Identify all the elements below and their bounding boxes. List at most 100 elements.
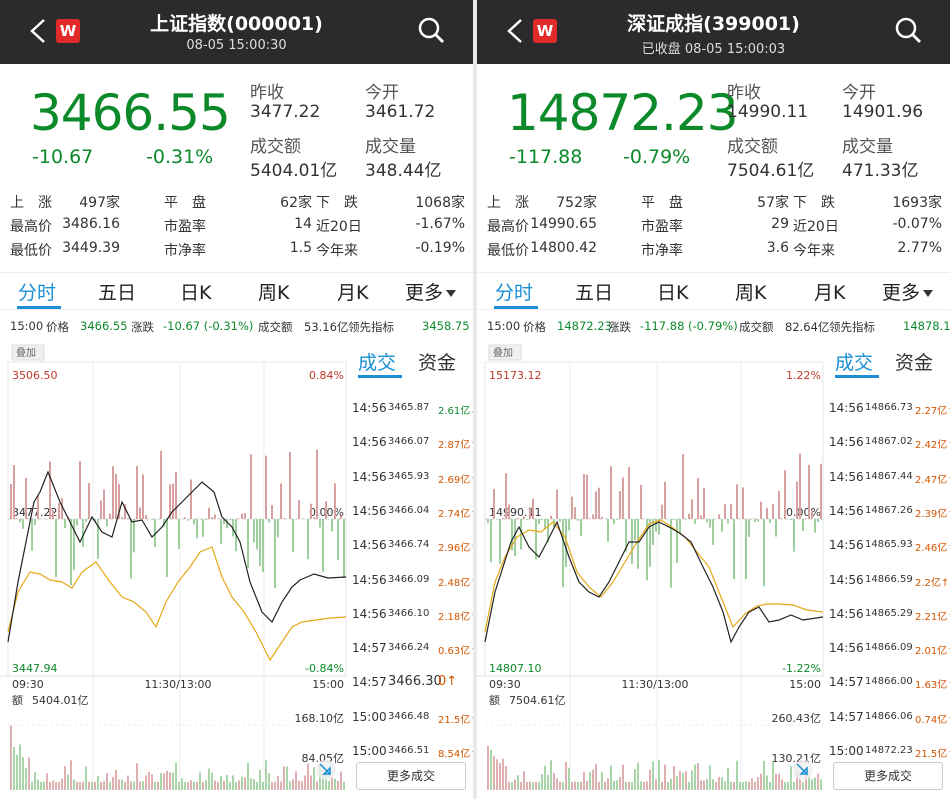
tab-label: 周K bbox=[735, 282, 767, 304]
volume-bar-up bbox=[145, 775, 147, 790]
tab-intraday[interactable]: 分时 bbox=[495, 278, 533, 305]
stat-label: 今年来 bbox=[793, 243, 835, 259]
stat-label: 上 涨 bbox=[487, 195, 529, 211]
tab-five-day[interactable]: 五日 bbox=[98, 278, 136, 305]
trade-volume: 2.48亿↑ bbox=[438, 577, 473, 589]
cursor-info-bar: 15:00 价格 3466.55 涨跌 -10.67 (-0.31%) 成交额 53.16亿… bbox=[0, 316, 473, 338]
buy-bar bbox=[208, 507, 210, 519]
trade-side-panel: 成交资金 14:563465.872.61亿↓14:563466.072.87亿… bbox=[350, 342, 473, 797]
search-icon[interactable] bbox=[417, 16, 445, 44]
tab-daily-k[interactable]: 日K bbox=[180, 278, 211, 305]
volume-bar-up bbox=[28, 757, 30, 790]
volume-bar-up bbox=[277, 775, 279, 790]
buy-bar bbox=[340, 516, 342, 519]
buy-bar bbox=[601, 516, 603, 519]
trade-time: 14:56 bbox=[829, 401, 864, 415]
buy-bar bbox=[583, 473, 585, 519]
buy-bar bbox=[688, 513, 690, 519]
buy-bar bbox=[730, 504, 732, 519]
volume-bar-down bbox=[211, 772, 213, 790]
sell-bar bbox=[721, 519, 723, 532]
tab-five-day[interactable]: 五日 bbox=[575, 278, 613, 305]
sell-bar bbox=[526, 519, 528, 520]
expand-arrow-icon[interactable] bbox=[316, 760, 336, 780]
sell-bar bbox=[106, 519, 108, 527]
volume-bar-down bbox=[268, 773, 270, 790]
sell-bar bbox=[205, 519, 207, 521]
volume-bar-up bbox=[163, 773, 165, 790]
stat-label: 上 涨 bbox=[10, 195, 52, 211]
buy-bar bbox=[493, 488, 495, 519]
intraday-chart[interactable]: 叠加15173.12 1.22%14990.11 0.00%14807.10 -1.2… bbox=[477, 342, 829, 792]
stat-value: 14800.42 bbox=[530, 240, 597, 256]
sell-bar bbox=[187, 519, 189, 521]
stat-value: -0.07% bbox=[892, 216, 942, 232]
volume-bar-down bbox=[343, 781, 345, 790]
prev-close-value: 14990.11 bbox=[727, 102, 809, 122]
time-mid: 11:30/13:00 bbox=[621, 678, 688, 691]
buy-bar bbox=[778, 490, 780, 519]
search-icon[interactable] bbox=[894, 16, 922, 44]
volume-bar-down bbox=[658, 760, 660, 790]
volume-bar-down bbox=[19, 744, 21, 790]
info-change-label: 涨跌 bbox=[131, 320, 154, 334]
more-trades-button[interactable]: 更多成交 bbox=[833, 762, 943, 790]
buy-bar bbox=[52, 510, 54, 519]
tab-monthly-k[interactable]: 月K bbox=[814, 278, 845, 305]
trade-price: 3466.04 bbox=[388, 504, 430, 516]
volume-bar-down bbox=[334, 778, 336, 790]
trade-time: 14:56 bbox=[829, 572, 864, 587]
side-tab-trades[interactable]: 成交 bbox=[358, 348, 396, 375]
volume-bar-up bbox=[223, 780, 225, 790]
tab-label: 更多 bbox=[405, 282, 444, 304]
sell-bar bbox=[514, 519, 516, 557]
volume-bar-down bbox=[91, 781, 93, 790]
volume-bar-up bbox=[307, 763, 309, 790]
tab-daily-k[interactable]: 日K bbox=[657, 278, 688, 305]
volume-bar-up bbox=[271, 781, 273, 790]
trade-volume: 2.74亿↑ bbox=[438, 508, 473, 520]
tab-label: 更多 bbox=[882, 282, 921, 304]
volume-bar-up bbox=[100, 781, 102, 790]
side-tab-funds[interactable]: 资金 bbox=[418, 348, 456, 375]
buy-bar bbox=[598, 487, 600, 519]
open-value: 14901.96 bbox=[842, 102, 924, 122]
stats-row: 最高价 14990.65 市盈率 29 近20日 -0.07% bbox=[477, 216, 950, 238]
buy-bar bbox=[271, 505, 273, 519]
trade-price: 14866.09 bbox=[865, 642, 913, 654]
volume-bar-up bbox=[592, 769, 594, 790]
trade-price: 3466.51 bbox=[388, 745, 430, 756]
tab-more[interactable]: 更多 bbox=[405, 278, 457, 305]
sell-bar bbox=[757, 519, 759, 522]
buy-bar bbox=[619, 491, 621, 519]
tab-monthly-k[interactable]: 月K bbox=[337, 278, 368, 305]
volume-bar-up bbox=[583, 771, 585, 790]
volume-bar-up bbox=[283, 766, 285, 790]
volume-bar-up bbox=[760, 773, 762, 790]
side-tab-funds[interactable]: 资金 bbox=[895, 348, 933, 375]
buy-bar bbox=[661, 504, 663, 519]
tab-more[interactable]: 更多 bbox=[882, 278, 934, 305]
tab-intraday[interactable]: 分时 bbox=[18, 278, 56, 305]
sell-bar bbox=[541, 519, 543, 520]
trade-time: 14:56 bbox=[829, 469, 864, 484]
volume-bar-down bbox=[256, 781, 258, 790]
trade-price: 3466.10 bbox=[388, 607, 430, 619]
volume-bar-down bbox=[229, 781, 231, 790]
more-trades-button[interactable]: 更多成交 bbox=[356, 762, 466, 790]
tab-weekly-k[interactable]: 周K bbox=[735, 278, 766, 305]
trade-price: 14866.00 bbox=[865, 676, 913, 688]
info-lead: 3458.75 bbox=[422, 319, 470, 333]
trade-row: 14:5614867.022.42亿↑ bbox=[829, 435, 950, 455]
tab-weekly-k[interactable]: 周K bbox=[258, 278, 289, 305]
buy-bar bbox=[781, 518, 783, 519]
info-change: -117.88 (-0.79%) bbox=[640, 319, 738, 333]
expand-arrow-icon[interactable] bbox=[793, 760, 813, 780]
side-tab-trades[interactable]: 成交 bbox=[835, 348, 873, 375]
trade-time: 15:00 bbox=[829, 744, 864, 758]
chart-tabs: 分时 五日 日K 周K 月K 更多 bbox=[477, 272, 950, 310]
intraday-chart[interactable]: 叠加3506.500.84%3477.220.00%3447.94-0.84%0… bbox=[0, 342, 352, 792]
volume-bar-up bbox=[61, 778, 63, 790]
volume-bar-down bbox=[67, 774, 69, 790]
sell-bar bbox=[226, 519, 228, 529]
